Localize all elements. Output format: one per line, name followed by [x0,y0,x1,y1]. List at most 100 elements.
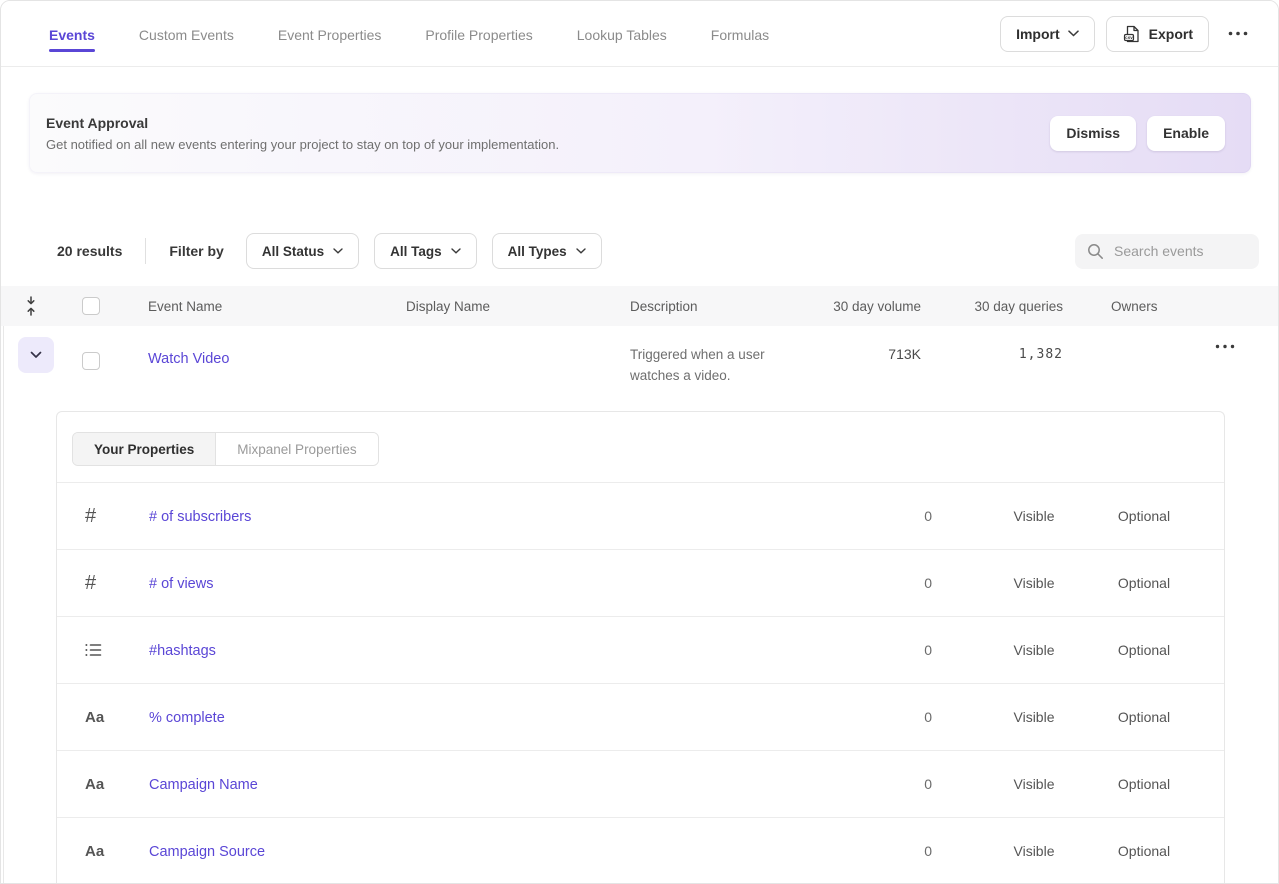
status-filter-dropdown[interactable]: All Status [246,233,359,269]
column-header-display-name[interactable]: Display Name [406,299,630,314]
ellipsis-icon [1215,344,1235,349]
property-name-link[interactable]: # of subscribers [149,509,251,525]
select-all-checkbox[interactable] [82,297,100,315]
property-visibility: Visible [1004,843,1064,859]
property-requirement: Optional [1064,642,1224,658]
text-icon: Aa [85,776,104,793]
chevron-down-icon [451,248,461,254]
property-queries: 0 [854,575,1004,591]
nav-actions: Import csv Export [1000,16,1256,52]
tab-event-properties[interactable]: Event Properties [278,4,382,63]
property-requirement: Optional [1064,575,1224,591]
property-requirement: Optional [1064,776,1224,792]
nav-overflow-button[interactable] [1220,25,1256,42]
property-requirement: Optional [1064,508,1224,524]
property-row: Aa Campaign Source 0 Visible Optional [57,818,1224,884]
property-queries: 0 [854,508,1004,524]
property-name-link[interactable]: Campaign Name [149,777,258,793]
event-properties-panel: Your Properties Mixpanel Properties # # … [56,411,1225,884]
left-hairline [3,326,4,883]
event-name-link[interactable]: Watch Video [148,351,229,367]
property-name-link[interactable]: Campaign Source [149,844,265,860]
property-queries: 0 [854,709,1004,725]
column-header-volume[interactable]: 30 day volume [820,299,921,314]
banner-subtitle: Get notified on all new events entering … [46,137,1050,152]
text-icon: Aa [85,709,104,726]
collapse-all-icon[interactable] [25,296,37,316]
tab-mixpanel-properties[interactable]: Mixpanel Properties [216,433,377,465]
types-filter-label: All Types [508,244,567,259]
results-count: 20 results [57,243,122,259]
property-visibility: Visible [1004,709,1064,725]
event-queries-value: 1,382 [921,326,1063,362]
property-queries: 0 [854,642,1004,658]
events-table-header: Event Name Display Name Description 30 d… [1,286,1278,326]
search-events-input[interactable] [1114,243,1247,259]
chevron-down-icon [333,248,343,254]
property-visibility: Visible [1004,508,1064,524]
export-button-label: Export [1149,26,1193,42]
filter-row: 20 results Filter by All Status All Tags… [57,233,1259,269]
import-button[interactable]: Import [1000,16,1095,52]
list-icon [85,643,102,657]
event-volume-value: 713K [820,326,921,362]
tab-profile-properties[interactable]: Profile Properties [425,4,532,63]
search-icon [1087,243,1104,260]
property-row: # # of views 0 Visible Optional [57,550,1224,617]
export-button[interactable]: csv Export [1106,16,1209,52]
property-requirement: Optional [1064,709,1224,725]
property-queries: 0 [854,776,1004,792]
properties-tabs: Your Properties Mixpanel Properties [72,432,379,466]
event-description: Triggered when a user watches a video. [630,326,820,387]
svg-text:csv: csv [1125,35,1133,40]
text-icon: Aa [85,843,104,860]
divider [145,238,146,264]
tab-events[interactable]: Events [49,4,95,63]
import-button-label: Import [1016,26,1060,42]
tab-your-properties[interactable]: Your Properties [73,433,216,465]
tags-filter-dropdown[interactable]: All Tags [374,233,477,269]
tags-filter-label: All Tags [390,244,442,259]
row-expander-button[interactable] [18,337,54,373]
property-row: Aa % complete 0 Visible Optional [57,684,1224,751]
number-icon: # [85,572,96,595]
row-overflow-button[interactable] [1207,326,1243,355]
column-header-queries[interactable]: 30 day queries [921,299,1063,314]
event-table-row: Watch Video Triggered when a user watche… [1,326,1278,396]
status-filter-label: All Status [262,244,324,259]
property-name-link[interactable]: # of views [149,576,213,592]
property-queries: 0 [854,843,1004,859]
event-description-line1: Triggered when a user [630,345,820,366]
column-header-owners[interactable]: Owners [1063,299,1278,314]
enable-button[interactable]: Enable [1147,116,1225,151]
dismiss-button[interactable]: Dismiss [1050,116,1136,151]
property-row: #hashtags 0 Visible Optional [57,617,1224,684]
csv-file-icon: csv [1122,24,1141,44]
column-header-event-name[interactable]: Event Name [148,299,406,314]
chevron-down-icon [576,248,586,254]
tab-lookup-tables[interactable]: Lookup Tables [577,4,667,63]
property-row: Aa Campaign Name 0 Visible Optional [57,751,1224,818]
chevron-down-icon [30,351,42,359]
types-filter-dropdown[interactable]: All Types [492,233,602,269]
event-approval-banner: Event Approval Get notified on all new e… [29,93,1251,173]
search-events-box[interactable] [1075,234,1259,269]
event-description-line2: watches a video. [630,366,820,387]
top-nav: Events Custom Events Event Properties Pr… [1,1,1278,67]
lexicon-events-page: Events Custom Events Event Properties Pr… [0,0,1279,884]
tab-custom-events[interactable]: Custom Events [139,4,234,63]
property-name-link[interactable]: #hashtags [149,643,216,659]
property-visibility: Visible [1004,776,1064,792]
nav-tabs: Events Custom Events Event Properties Pr… [49,4,1000,63]
property-name-link[interactable]: % complete [149,710,225,726]
row-checkbox[interactable] [82,352,100,370]
banner-title: Event Approval [46,115,1050,131]
ellipsis-icon [1228,31,1248,36]
chevron-down-icon [1068,30,1079,37]
banner-text: Event Approval Get notified on all new e… [46,115,1050,152]
column-header-description[interactable]: Description [630,299,820,314]
properties-list: # # of subscribers 0 Visible Optional # … [57,482,1224,884]
tab-formulas[interactable]: Formulas [711,4,769,63]
number-icon: # [85,505,96,528]
property-visibility: Visible [1004,642,1064,658]
